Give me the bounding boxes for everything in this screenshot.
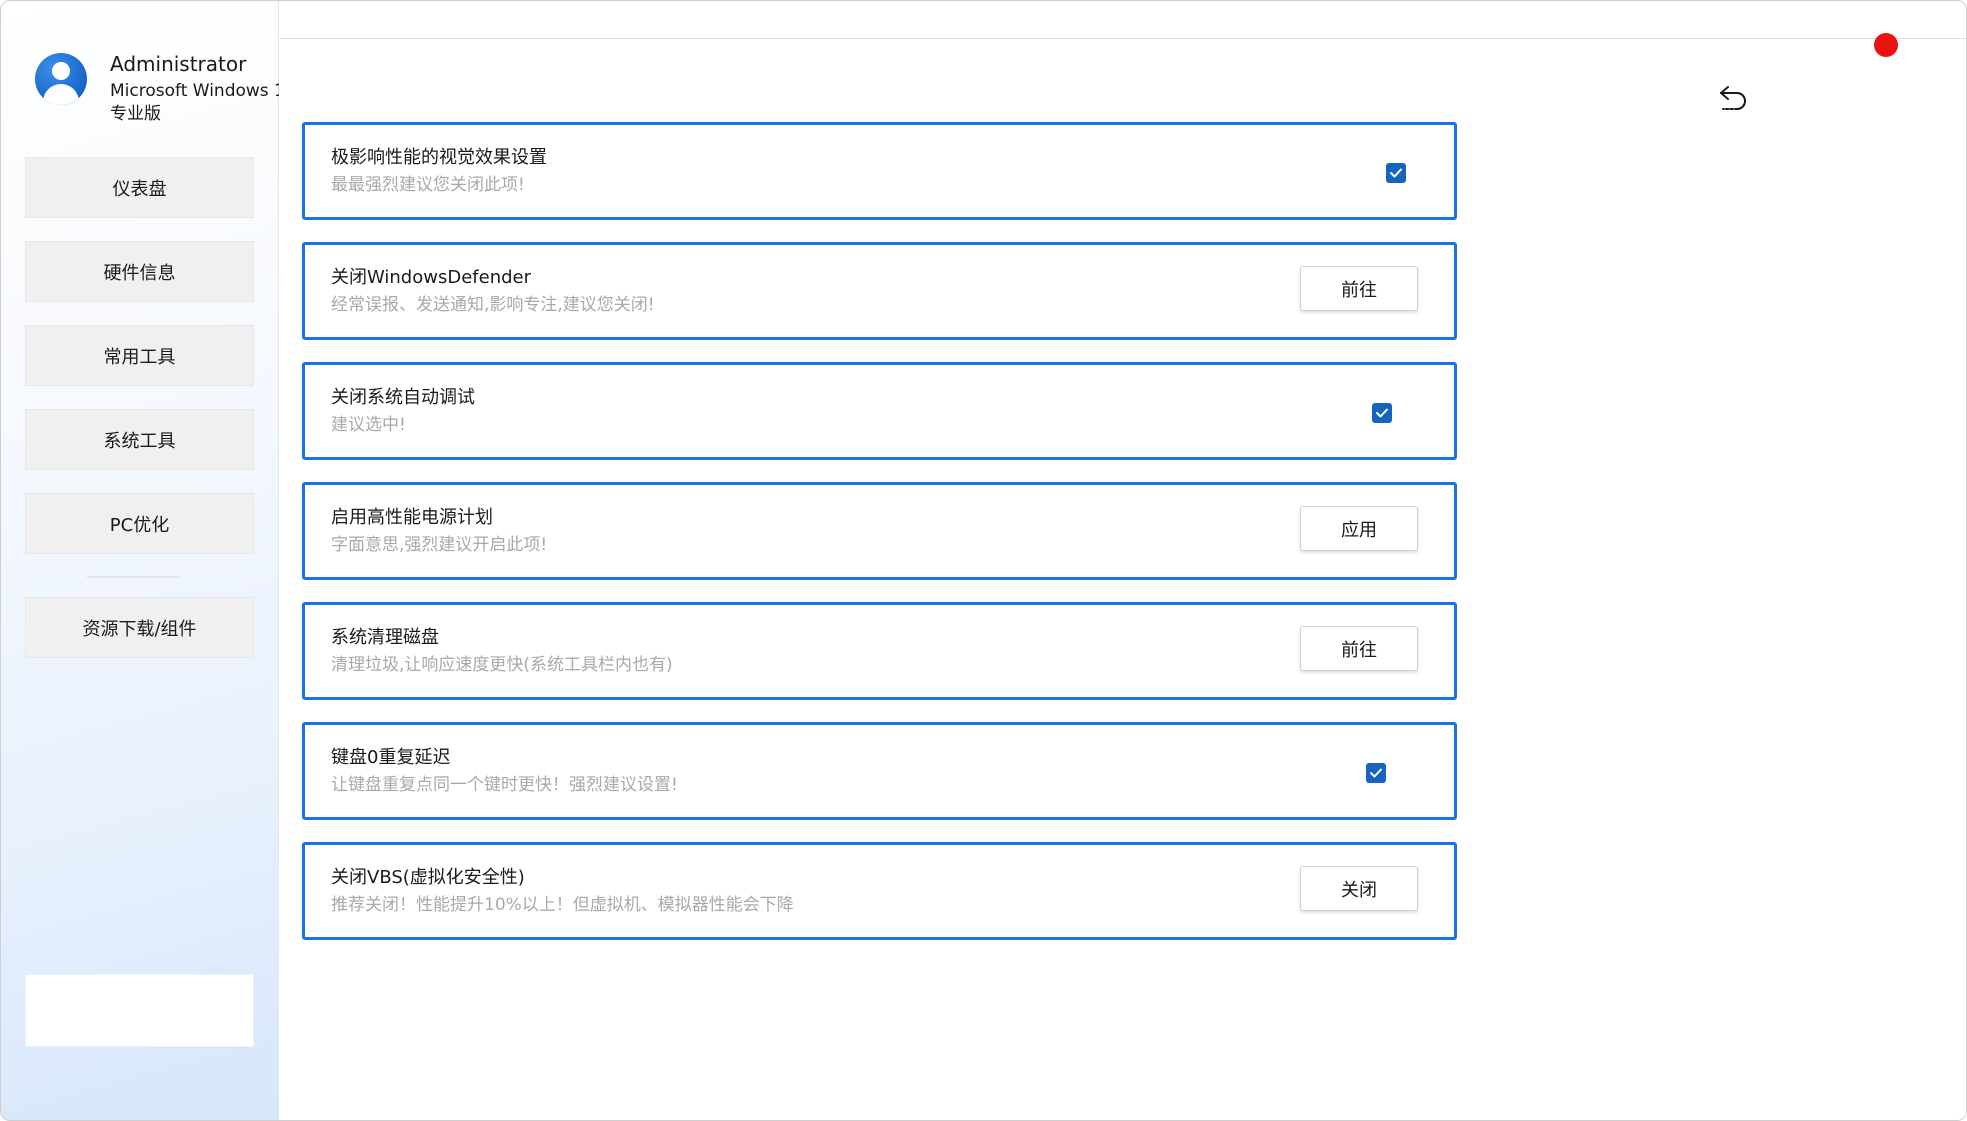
sidebar-item-pc-optimize[interactable]: PC优化 bbox=[25, 493, 254, 554]
setting-title: 关闭VBS(虚拟化安全性) bbox=[331, 867, 525, 888]
keyboard-delay-checkbox[interactable] bbox=[1366, 763, 1386, 783]
setting-title: 键盘0重复延迟 bbox=[331, 747, 451, 768]
setting-card-disk-cleanup: 系统清理磁盘 清理垃圾,让响应速度更快(系统工具栏内也有) 前往 bbox=[302, 602, 1457, 700]
app-window: Administrator Microsoft Windows 11 专业版 仪… bbox=[0, 0, 1967, 1121]
sidebar-item-common-tools[interactable]: 常用工具 bbox=[25, 325, 254, 386]
setting-title: 启用高性能电源计划 bbox=[331, 507, 493, 528]
setting-description: 让键盘重复点同一个键时更快！强烈建议设置! bbox=[331, 775, 678, 795]
power-plan-apply-button[interactable]: 应用 bbox=[1300, 506, 1418, 551]
header-divider bbox=[279, 38, 1966, 39]
sidebar-divider bbox=[87, 576, 179, 578]
sidebar-item-hardware-info[interactable]: 硬件信息 bbox=[25, 241, 254, 302]
setting-title: 系统清理磁盘 bbox=[331, 627, 439, 648]
sidebar-item-system-tools[interactable]: 系统工具 bbox=[25, 409, 254, 470]
setting-card-windows-defender: 关闭WindowsDefender 经常误报、发送通知,影响专注,建议您关闭! … bbox=[302, 242, 1457, 340]
setting-description: 字面意思,强烈建议开启此项! bbox=[331, 535, 548, 555]
setting-description: 最最强烈建议您关闭此项! bbox=[331, 175, 525, 195]
user-profile: Administrator Microsoft Windows 11 专业版 bbox=[35, 49, 296, 129]
sidebar-item-downloads[interactable]: 资源下载/组件 bbox=[25, 597, 254, 658]
avatar-body bbox=[43, 84, 79, 105]
avatar-head bbox=[52, 62, 70, 80]
auto-debug-checkbox[interactable] bbox=[1372, 403, 1392, 423]
setting-card-visual-effects: 极影响性能的视觉效果设置 最最强烈建议您关闭此项! bbox=[302, 122, 1457, 220]
setting-description: 经常误报、发送通知,影响专注,建议您关闭! bbox=[331, 295, 655, 315]
setting-description: 清理垃圾,让响应速度更快(系统工具栏内也有) bbox=[331, 655, 673, 675]
undo-icon[interactable] bbox=[1717, 81, 1751, 115]
setting-description: 建议选中! bbox=[331, 415, 406, 435]
sidebar-empty-panel bbox=[25, 974, 254, 1047]
sidebar-item-dashboard[interactable]: 仪表盘 bbox=[25, 157, 254, 218]
user-avatar-icon bbox=[35, 53, 87, 105]
status-dot[interactable] bbox=[1874, 33, 1898, 57]
windows-defender-goto-button[interactable]: 前往 bbox=[1300, 266, 1418, 311]
visual-effects-checkbox[interactable] bbox=[1386, 163, 1406, 183]
disk-cleanup-goto-button[interactable]: 前往 bbox=[1300, 626, 1418, 671]
setting-card-auto-debug: 关闭系统自动调试 建议选中! bbox=[302, 362, 1457, 460]
setting-card-power-plan: 启用高性能电源计划 字面意思,强烈建议开启此项! 应用 bbox=[302, 482, 1457, 580]
setting-card-keyboard-delay: 键盘0重复延迟 让键盘重复点同一个键时更快！强烈建议设置! bbox=[302, 722, 1457, 820]
setting-title: 极影响性能的视觉效果设置 bbox=[331, 147, 547, 168]
setting-card-vbs: 关闭VBS(虚拟化安全性) 推荐关闭！性能提升10%以上！但虚拟机、模拟器性能会… bbox=[302, 842, 1457, 940]
os-version: Microsoft Windows 11 专业版 bbox=[110, 81, 296, 124]
setting-title: 关闭系统自动调试 bbox=[331, 387, 475, 408]
sidebar: Administrator Microsoft Windows 11 专业版 仪… bbox=[1, 1, 296, 1120]
setting-title: 关闭WindowsDefender bbox=[331, 267, 532, 288]
user-name: Administrator bbox=[110, 52, 247, 76]
vbs-close-button[interactable]: 关闭 bbox=[1300, 866, 1418, 911]
setting-description: 推荐关闭！性能提升10%以上！但虚拟机、模拟器性能会下降 bbox=[331, 895, 794, 915]
